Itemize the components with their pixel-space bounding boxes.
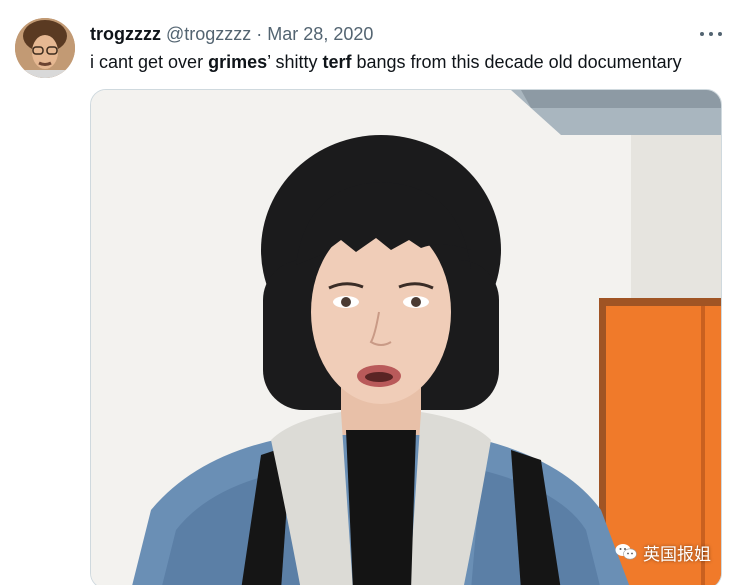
tweet-text-part: bangs from this decade old documentary <box>351 52 682 72</box>
tweet: trogzzzz @trogzzzz · Mar 28, 2020 i cant… <box>0 0 744 585</box>
tweet-text: i cant get over grimes’ shitty terf bang… <box>90 50 740 74</box>
avatar[interactable] <box>15 18 75 78</box>
tweet-header: trogzzzz @trogzzzz · Mar 28, 2020 <box>90 22 373 46</box>
watermark-text: 英国报姐 <box>643 544 711 564</box>
separator-dot: · <box>256 23 263 44</box>
media-photo <box>91 90 721 585</box>
tweet-text-bold: terf <box>322 52 352 72</box>
avatar-image <box>15 18 75 78</box>
tweet-text-bold: grimes <box>208 52 268 72</box>
tweet-text-part: i cant get over <box>90 52 209 72</box>
watermark: 英国报姐 <box>615 540 711 564</box>
wechat-icon <box>615 544 637 560</box>
display-name[interactable]: trogzzzz <box>90 24 161 45</box>
tweet-date[interactable]: Mar 28, 2020 <box>267 24 373 45</box>
more-horizontal-icon[interactable] <box>700 24 722 44</box>
user-handle[interactable]: @trogzzzz <box>166 24 251 45</box>
tweet-media-image[interactable] <box>90 89 722 585</box>
tweet-text-part: ’ shitty <box>267 52 323 72</box>
